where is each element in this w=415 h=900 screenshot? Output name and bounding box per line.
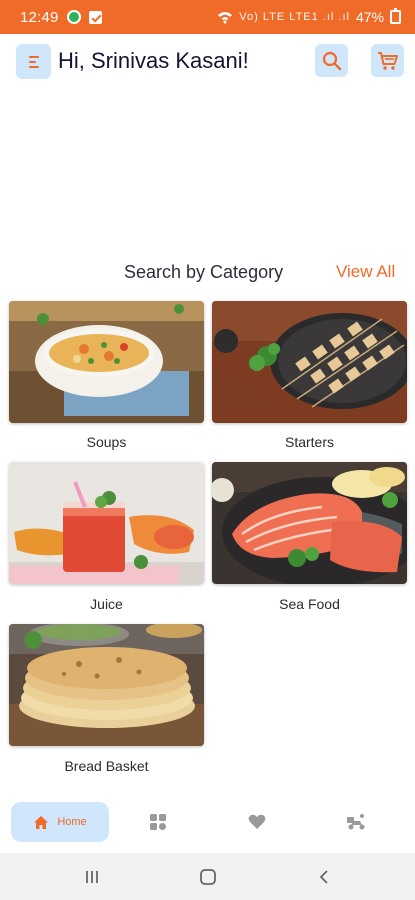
category-label-bread-basket: Bread Basket [64,758,149,774]
menu-icon [28,55,39,58]
search-button[interactable] [315,44,348,77]
recent-apps-icon [86,871,98,883]
cart-icon [377,51,398,70]
bread-basket-image [9,624,204,746]
favorites-icon [248,814,266,829]
status-right: Vo) LTE LTE1 .ıl .ıl 47% [217,8,401,25]
category-card-starters[interactable] [212,301,407,423]
notification-icon [88,10,102,24]
network-status: Vo) LTE LTE1 .ıl .ıl [239,11,350,23]
soups-image [9,301,204,423]
home-system-icon [200,869,216,885]
nav-home-label: Home [57,816,87,828]
search-icon [322,51,341,70]
greeting-title: Hi, Srinivas Kasani! [58,48,249,73]
recent-apps-button[interactable] [80,865,104,889]
back-icon [319,870,328,884]
app-header: Hi, Srinivas Kasani! [0,42,415,82]
category-card-juice[interactable] [9,462,204,584]
category-card-soups[interactable] [9,301,204,423]
starters-image [212,301,407,423]
home-system-button[interactable] [196,865,220,889]
system-navigation-bar [0,853,415,900]
menu-button[interactable] [16,44,51,79]
cart-button[interactable] [371,44,404,77]
juice-image [9,462,204,584]
section-title: Search by Category [124,262,284,282]
nav-home-button[interactable]: Home [11,802,109,842]
category-card-bread-basket[interactable] [9,624,204,746]
home-icon [34,815,49,829]
battery-percent: 47% [355,9,384,25]
categories-icon [150,814,166,830]
nav-categories-button[interactable] [146,810,170,834]
battery-icon [390,8,401,24]
category-card-sea-food[interactable] [212,462,407,584]
bottom-navigation: Home [0,800,415,850]
nav-delivery-button[interactable] [344,810,368,834]
back-button[interactable] [312,865,336,889]
delivery-icon [347,814,365,830]
nav-favorites-button[interactable] [245,810,269,834]
whatsapp-notification-icon [66,10,81,24]
category-label-juice: Juice [90,596,123,612]
category-label-starters: Starters [284,434,334,450]
view-all-link[interactable]: View All [336,262,395,282]
menu-icon-line [28,60,36,63]
wifi-icon [218,12,233,24]
category-label-sea-food: Sea Food [279,596,340,612]
menu-icon-line [28,65,39,68]
status-time: 12:49 [20,8,59,26]
category-label-soups: Soups [86,434,127,450]
sea-food-image [212,462,407,584]
status-bar: 12:49 Vo) LTE LTE1 .ıl .ıl 47% [0,0,415,34]
